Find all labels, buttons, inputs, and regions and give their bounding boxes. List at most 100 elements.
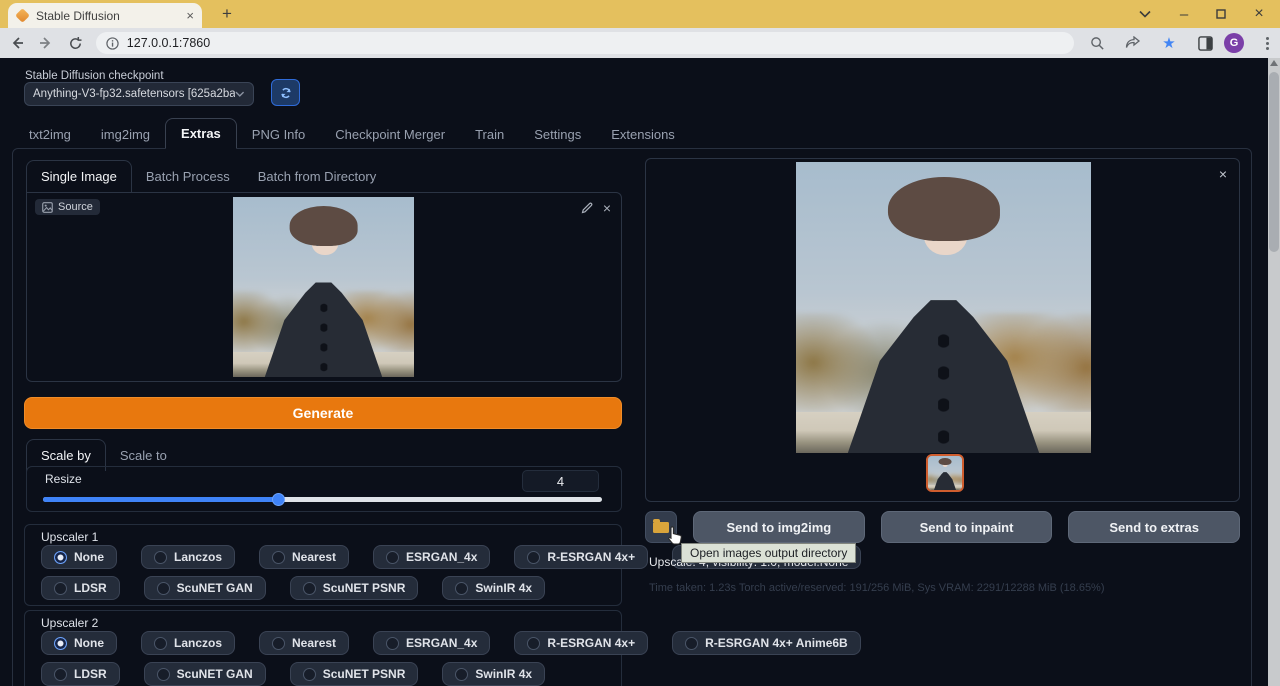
upscaler1-option-nearest[interactable]: Nearest — [259, 545, 349, 569]
send-button-row: Send to img2img Send to inpaint Send to … — [645, 511, 1240, 543]
subtab-single-image[interactable]: Single Image — [26, 160, 132, 192]
tab-search-chevron-icon[interactable] — [1128, 0, 1162, 28]
generate-button[interactable]: Generate — [24, 397, 622, 429]
extras-subtab-bar: Single Image Batch Process Batch from Di… — [26, 159, 390, 192]
checkpoint-value: Anything-V3-fp32.safetensors [625a2ba2] — [33, 88, 235, 100]
upscaler1-label: Upscaler 1 — [41, 530, 98, 544]
upscaler2-option-scunet-psnr[interactable]: ScuNET PSNR — [290, 662, 419, 686]
upscaler1-option-none[interactable]: None — [41, 545, 117, 569]
edit-pencil-icon[interactable] — [581, 202, 593, 214]
scrollbar-thumb[interactable] — [1269, 72, 1279, 252]
footer-stats: Time taken: 1.23s Torch active/reserved:… — [649, 582, 1105, 594]
resize-value-input[interactable]: 4 — [522, 470, 599, 492]
resize-slider[interactable] — [43, 497, 602, 502]
tab-settings[interactable]: Settings — [519, 120, 596, 149]
source-image — [233, 197, 414, 377]
radio-icon — [455, 582, 468, 595]
zoom-icon[interactable] — [1084, 30, 1110, 56]
tab-extensions[interactable]: Extensions — [596, 120, 690, 149]
upscaler1-option-scunet-gan[interactable]: ScuNET GAN — [144, 576, 266, 600]
back-icon[interactable] — [4, 30, 29, 56]
browser-toolbar: 127.0.0.1:7860 ★ G — [0, 28, 1280, 58]
upscaler1-option-r-esrgan-4x[interactable]: R-ESRGAN 4x+ — [514, 545, 648, 569]
upscaler2-option-esrgan-4x[interactable]: ESRGAN_4x — [373, 631, 490, 655]
site-info-icon[interactable] — [106, 37, 119, 50]
refresh-checkpoints-button[interactable] — [271, 79, 300, 106]
checkpoint-label: Stable Diffusion checkpoint — [25, 70, 164, 82]
upscaler2-option-r-esrgan-anime6b[interactable]: R-ESRGAN 4x+ Anime6B — [672, 631, 861, 655]
new-tab-button[interactable]: + — [216, 3, 238, 25]
upscaler2-block: Upscaler 2 None Lanczos Nearest ESRGAN_4… — [24, 610, 622, 686]
tab-train[interactable]: Train — [460, 120, 519, 149]
bookmark-star-icon[interactable]: ★ — [1156, 30, 1182, 56]
radio-icon — [54, 582, 67, 595]
gallery-thumbnail[interactable] — [926, 454, 964, 492]
webui-page: Stable Diffusion checkpoint Anything-V3-… — [0, 58, 1268, 686]
upscaler2-option-r-esrgan-4x[interactable]: R-ESRGAN 4x+ — [514, 631, 648, 655]
radio-icon — [272, 637, 285, 650]
upscaler1-option-ldsr[interactable]: LDSR — [41, 576, 120, 600]
radio-icon — [386, 637, 399, 650]
forward-icon[interactable] — [33, 30, 58, 56]
upscaler2-option-nearest[interactable]: Nearest — [259, 631, 349, 655]
browser-menu-icon[interactable] — [1254, 30, 1280, 56]
scroll-up-icon[interactable] — [1270, 60, 1278, 66]
upscaler2-option-none[interactable]: None — [41, 631, 117, 655]
window-close-icon[interactable]: × — [1242, 0, 1276, 28]
window-maximize-icon[interactable] — [1204, 0, 1238, 28]
chevron-down-icon — [235, 91, 245, 97]
url-bar[interactable]: 127.0.0.1:7860 — [96, 32, 1074, 54]
upscaler1-option-esrgan-4x[interactable]: ESRGAN_4x — [373, 545, 490, 569]
browser-tab[interactable]: Stable Diffusion × — [8, 3, 202, 28]
page-scrollbar[interactable] — [1268, 58, 1280, 686]
tab-close-icon[interactable]: × — [186, 8, 194, 23]
send-to-img2img-button[interactable]: Send to img2img — [693, 511, 865, 543]
radio-icon — [527, 637, 540, 650]
radio-selected-icon — [54, 637, 67, 650]
resize-block: Resize 4 — [26, 466, 622, 512]
send-to-inpaint-button[interactable]: Send to inpaint — [881, 511, 1053, 543]
upscaler2-option-scunet-gan[interactable]: ScuNET GAN — [144, 662, 266, 686]
checkpoint-dropdown[interactable]: Anything-V3-fp32.safetensors [625a2ba2] — [24, 82, 254, 106]
refresh-icon — [279, 86, 293, 100]
source-label-tag: Source — [35, 199, 100, 215]
upscaler2-option-ldsr[interactable]: LDSR — [41, 662, 120, 686]
image-icon — [42, 202, 53, 213]
window-minimize-icon[interactable]: – — [1167, 0, 1201, 28]
source-image-dropzone[interactable]: Source × — [26, 192, 622, 382]
radio-icon — [154, 637, 167, 650]
source-label: Source — [58, 201, 93, 213]
subtab-batch-from-directory[interactable]: Batch from Directory — [244, 161, 390, 192]
upscaler2-label: Upscaler 2 — [41, 616, 98, 630]
clear-image-icon[interactable]: × — [603, 201, 611, 215]
tab-extras[interactable]: Extras — [165, 118, 237, 149]
radio-icon — [157, 582, 170, 595]
main-tab-bar: txt2img img2img Extras PNG Info Checkpoi… — [14, 118, 690, 149]
send-to-extras-button[interactable]: Send to extras — [1068, 511, 1240, 543]
gallery-close-icon[interactable]: × — [1219, 167, 1227, 181]
upscaler2-option-swinir-4x[interactable]: SwinIR 4x — [442, 662, 545, 686]
browser-tabstrip: Stable Diffusion × + – × — [0, 0, 1280, 28]
folder-tooltip: Open images output directory — [681, 543, 856, 563]
radio-icon — [386, 551, 399, 564]
upscaler1-option-lanczos[interactable]: Lanczos — [141, 545, 235, 569]
radio-icon — [303, 582, 316, 595]
result-image[interactable] — [796, 162, 1091, 453]
side-panel-icon[interactable] — [1192, 30, 1218, 56]
url-text: 127.0.0.1:7860 — [127, 36, 210, 50]
upscaler2-option-lanczos[interactable]: Lanczos — [141, 631, 235, 655]
resize-slider-thumb[interactable] — [272, 493, 285, 506]
tab-png-info[interactable]: PNG Info — [237, 120, 320, 149]
radio-icon — [527, 551, 540, 564]
tab-checkpoint-merger[interactable]: Checkpoint Merger — [320, 120, 460, 149]
subtab-batch-process[interactable]: Batch Process — [132, 161, 244, 192]
share-icon[interactable] — [1120, 30, 1146, 56]
reload-icon[interactable] — [63, 30, 88, 56]
upscaler1-option-scunet-psnr[interactable]: ScuNET PSNR — [290, 576, 419, 600]
radio-selected-icon — [54, 551, 67, 564]
tab-img2img[interactable]: img2img — [86, 120, 165, 149]
radio-icon — [54, 668, 67, 681]
tab-txt2img[interactable]: txt2img — [14, 120, 86, 149]
profile-avatar[interactable]: G — [1224, 33, 1244, 53]
upscaler1-option-swinir-4x[interactable]: SwinIR 4x — [442, 576, 545, 600]
